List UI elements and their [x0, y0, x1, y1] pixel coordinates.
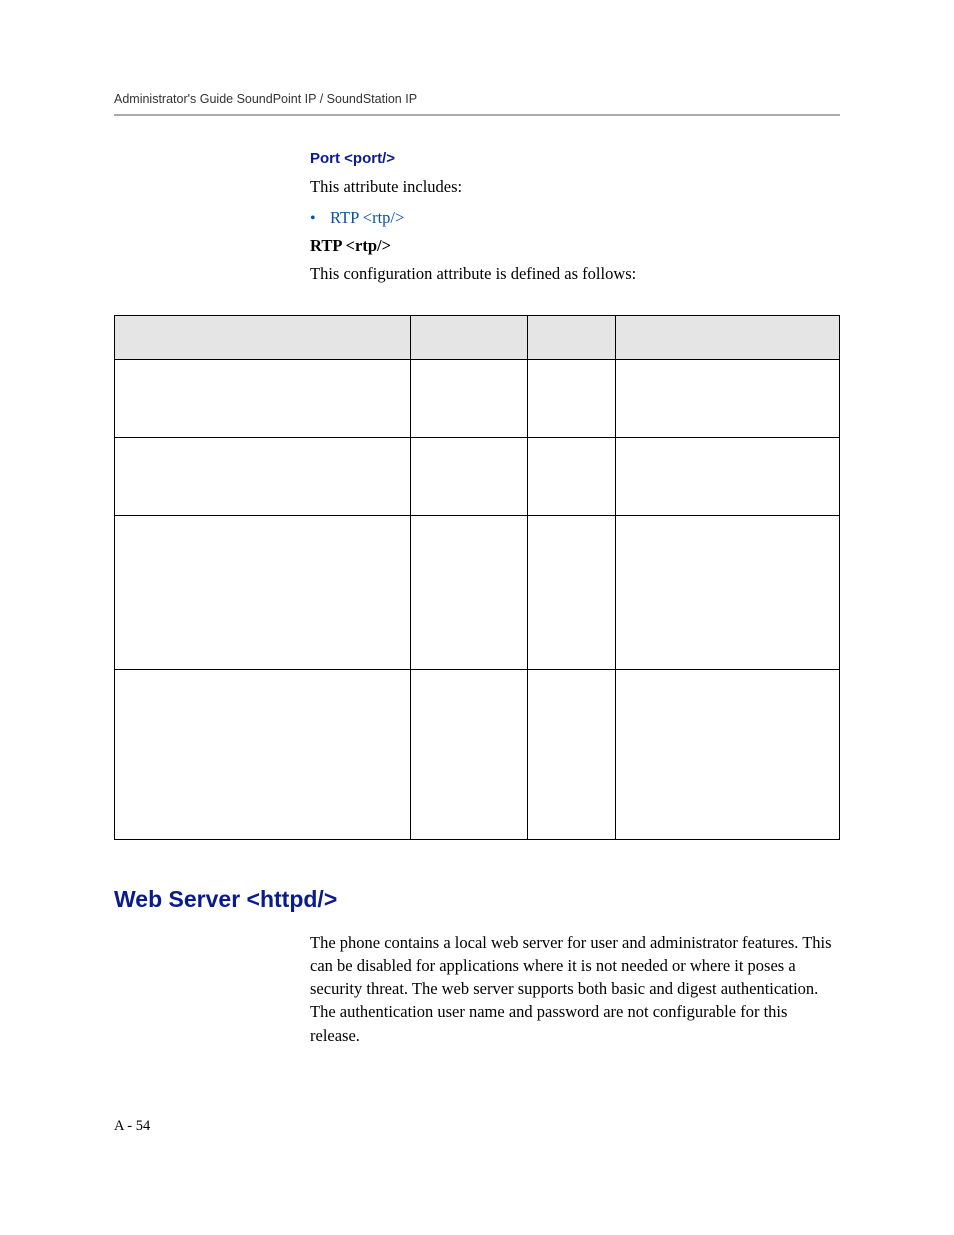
rtp-link[interactable]: RTP <rtp/>	[330, 208, 404, 228]
httpd-body-text: The phone contains a local web server fo…	[310, 931, 840, 1046]
rtp-intro-text: This configuration attribute is defined …	[310, 262, 840, 285]
th-default	[527, 316, 616, 360]
running-header: Administrator's Guide SoundPoint IP / So…	[114, 92, 840, 116]
page-number: A - 54	[114, 1118, 150, 1135]
rtp-attribute-table	[114, 315, 840, 840]
th-permitted	[411, 316, 528, 360]
table-row	[115, 670, 840, 840]
rtp-subheading: RTP <rtp/>	[310, 236, 840, 256]
table-row	[115, 360, 840, 438]
th-interpretation	[616, 316, 840, 360]
table-row	[115, 438, 840, 516]
th-attribute	[115, 316, 411, 360]
table-header-row	[115, 316, 840, 360]
httpd-heading: Web Server <httpd/>	[114, 886, 840, 913]
table-row	[115, 516, 840, 670]
bullet-item: • RTP <rtp/>	[310, 208, 840, 228]
bullet-icon: •	[310, 210, 330, 228]
port-intro-text: This attribute includes:	[310, 175, 840, 198]
port-heading: Port <port/>	[310, 150, 840, 167]
